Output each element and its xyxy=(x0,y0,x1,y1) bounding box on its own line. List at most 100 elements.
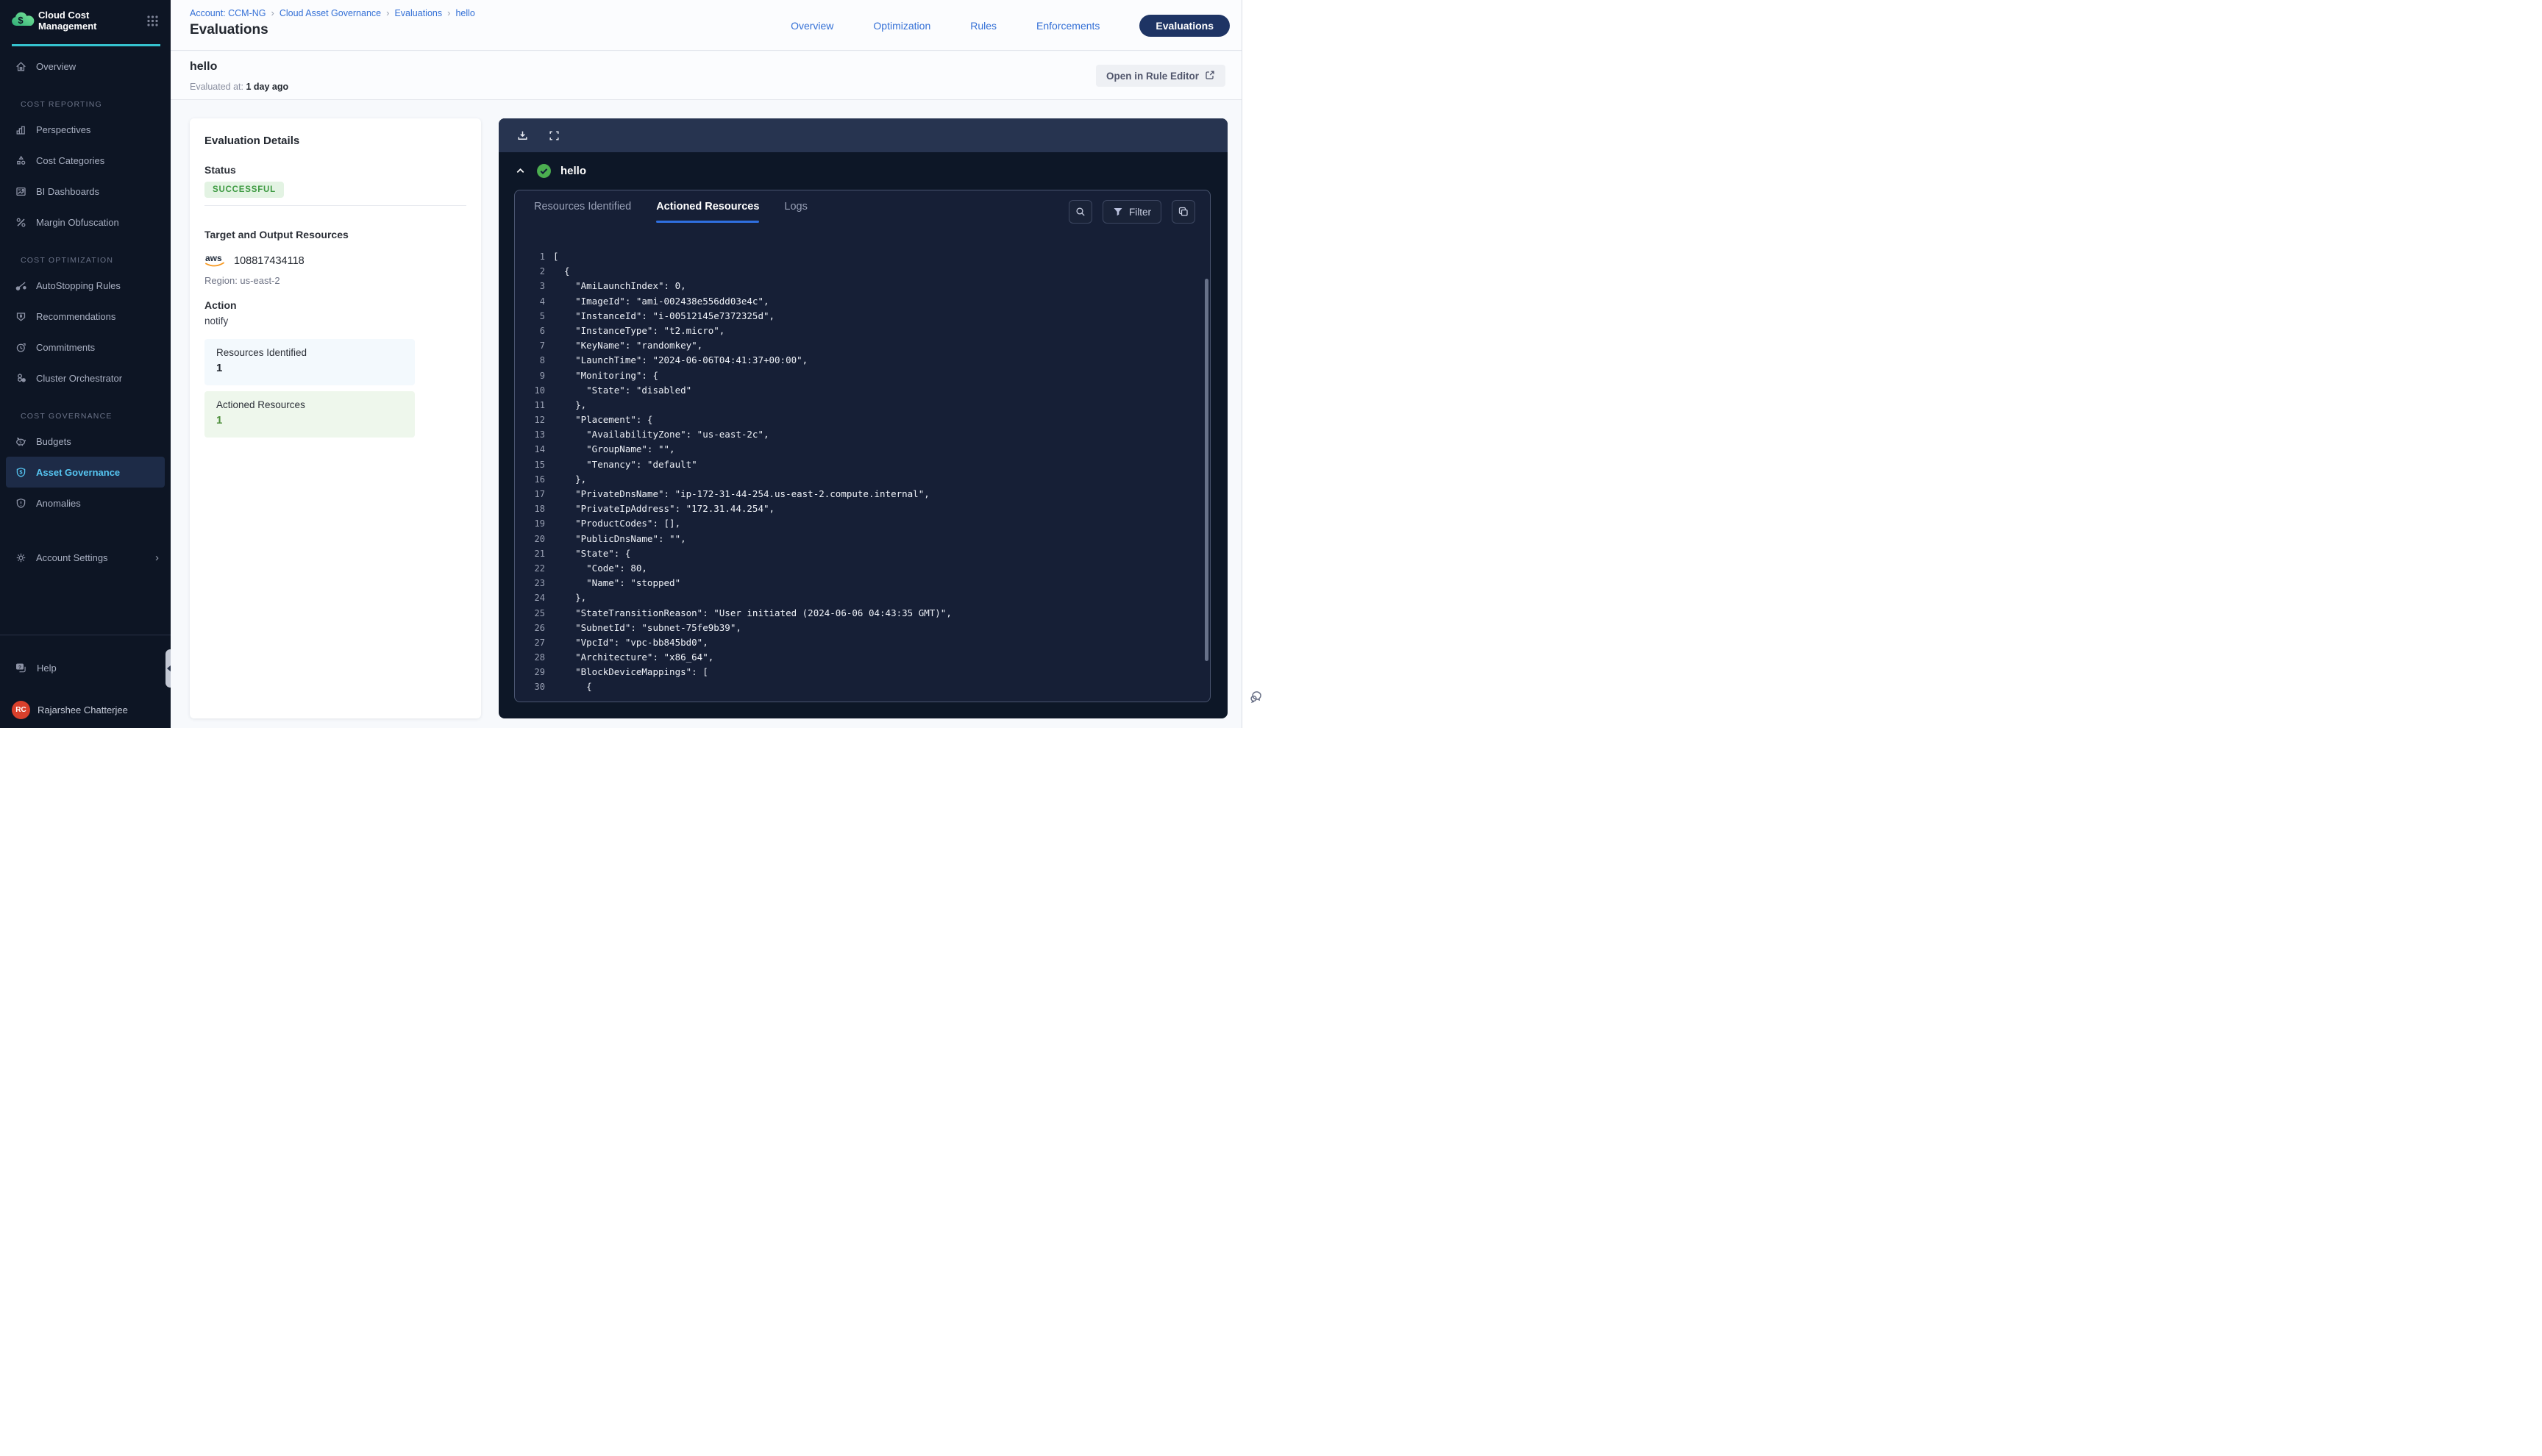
sidebar-item-margin-obfuscation[interactable]: Margin Obfuscation xyxy=(0,207,171,238)
filter-button[interactable]: Filter xyxy=(1103,200,1161,224)
line-content: "ImageId": "ami-002438e556dd03e4c", xyxy=(553,294,769,309)
code-line: 28 "Architecture": "x86_64", xyxy=(515,650,1210,665)
sidebar-item-cluster-orchestrator[interactable]: Cluster Orchestrator xyxy=(0,363,171,393)
tab-actioned-resources[interactable]: Actioned Resources xyxy=(656,201,759,223)
sidebar-item-recommendations[interactable]: Recommendations xyxy=(0,301,171,332)
line-content: "PublicDnsName": "", xyxy=(553,532,686,546)
code-line: 16 }, xyxy=(515,472,1210,487)
tab-logs[interactable]: Logs xyxy=(784,201,807,223)
line-content: "LaunchTime": "2024-06-06T04:41:37+00:00… xyxy=(553,353,808,368)
line-number: 20 xyxy=(515,532,545,546)
breadcrumb: Account: CCM-NG › Cloud Asset Governance › E… xyxy=(190,7,475,18)
sidebar-item-overview[interactable]: Overview xyxy=(0,51,171,82)
line-number: 4 xyxy=(515,294,545,309)
svg-text:$: $ xyxy=(18,15,24,26)
line-number: 19 xyxy=(515,516,545,531)
app-title: Cloud Cost Management xyxy=(38,10,119,32)
breadcrumb-separator: › xyxy=(447,7,450,18)
line-content: "AvailabilityZone": "us-east-2c", xyxy=(553,427,769,442)
code-line: 18 "PrivateIpAddress": "172.31.44.254", xyxy=(515,502,1210,516)
dashboard-icon xyxy=(15,185,27,198)
download-icon[interactable] xyxy=(516,129,529,142)
fullscreen-icon[interactable] xyxy=(548,129,560,142)
cloud-cost-logo-icon: $ xyxy=(10,10,37,34)
line-number: 24 xyxy=(515,590,545,605)
breadcrumb-link[interactable]: Cloud Asset Governance xyxy=(280,8,381,18)
nav-enforcements[interactable]: Enforcements xyxy=(1036,20,1100,32)
sidebar-item-bi-dashboards[interactable]: BI Dashboards xyxy=(0,176,171,207)
line-number: 3 xyxy=(515,279,545,293)
open-in-rule-editor-button[interactable]: Open in Rule Editor xyxy=(1096,65,1225,87)
sidebar-item-perspectives[interactable]: Perspectives xyxy=(0,114,171,145)
nav-evaluations[interactable]: Evaluations xyxy=(1139,15,1230,37)
evaluated-at: Evaluated at: 1 day ago xyxy=(190,82,288,92)
sidebar-item-help[interactable]: ? Help xyxy=(0,653,171,682)
home-icon xyxy=(15,60,27,73)
code-scrollbar[interactable] xyxy=(1205,279,1208,661)
sub-header: hello Evaluated at: 1 day ago Open in Ru… xyxy=(171,51,1242,100)
evaluation-name: hello xyxy=(190,60,217,74)
gear-icon xyxy=(15,552,27,564)
support-chat-icon[interactable] xyxy=(1248,688,1266,709)
breadcrumb-link[interactable]: hello xyxy=(455,8,474,18)
json-code-viewer[interactable]: 1[2 {3 "AmiLaunchIndex": 0,4 "ImageId": … xyxy=(515,249,1210,702)
sidebar-item-label: Perspectives xyxy=(36,124,90,135)
sidebar-item-cost-categories[interactable]: Cost Categories xyxy=(0,145,171,176)
chevron-up-icon[interactable] xyxy=(515,165,526,176)
sidebar-item-asset-governance[interactable]: $ Asset Governance xyxy=(6,457,165,488)
tabs-row: Resources Identified Actioned Resources Lo… xyxy=(534,201,808,223)
success-check-icon xyxy=(536,163,552,179)
evaluated-at-value: 1 day ago xyxy=(246,82,288,92)
breadcrumb-separator: › xyxy=(386,7,389,18)
line-content: "GroupName": "", xyxy=(553,442,675,457)
cluster-icon xyxy=(15,372,27,385)
search-button[interactable] xyxy=(1069,200,1092,224)
code-line: 26 "SubnetId": "subnet-75fe9b39", xyxy=(515,621,1210,635)
sidebar-item-anomalies[interactable]: Anomalies xyxy=(0,488,171,518)
resources-identified-value: 1 xyxy=(216,362,403,374)
sidebar-user[interactable]: RC Rajarshee Chatterjee xyxy=(0,696,171,724)
aws-logo-icon: aws xyxy=(204,252,227,270)
svg-text:?: ? xyxy=(18,665,21,670)
sidebar-item-budgets[interactable]: $Budgets xyxy=(0,426,171,457)
line-number: 7 xyxy=(515,338,545,353)
line-content: "SubnetId": "subnet-75fe9b39", xyxy=(553,621,741,635)
code-line: 3 "AmiLaunchIndex": 0, xyxy=(515,279,1210,293)
sidebar-item-label: Cost Categories xyxy=(36,155,104,166)
nav-optimization[interactable]: Optimization xyxy=(873,20,930,32)
line-number: 9 xyxy=(515,368,545,383)
line-number: 21 xyxy=(515,546,545,561)
sidebar-item-commitments[interactable]: Commitments xyxy=(0,332,171,363)
line-number: 8 xyxy=(515,353,545,368)
tab-resources-identified[interactable]: Resources Identified xyxy=(534,201,631,223)
sidebar-item-account-settings[interactable]: Account Settings› xyxy=(0,542,171,573)
module-grid-icon[interactable] xyxy=(146,15,159,31)
line-content: "State": "disabled" xyxy=(553,383,691,398)
recommendation-icon xyxy=(15,310,27,323)
breadcrumb-link[interactable]: Evaluations xyxy=(394,8,442,18)
sidebar-item-autostopping-rules[interactable]: AutoStopping Rules xyxy=(0,270,171,301)
card-actions: Filter xyxy=(1069,200,1195,224)
copy-button[interactable] xyxy=(1172,200,1195,224)
line-number: 14 xyxy=(515,442,545,457)
line-number: 17 xyxy=(515,487,545,502)
code-line: 12 "Placement": { xyxy=(515,413,1210,427)
code-line: 15 "Tenancy": "default" xyxy=(515,457,1210,472)
svg-text:$: $ xyxy=(19,440,22,445)
code-line: 11 }, xyxy=(515,398,1210,413)
breadcrumb-link[interactable]: Account: CCM-NG xyxy=(190,8,266,18)
shapes-icon xyxy=(15,154,27,167)
evaluated-at-label: Evaluated at: xyxy=(190,82,243,92)
code-line: 22 "Code": 80, xyxy=(515,561,1210,576)
line-content: "VpcId": "vpc-bb845bd0", xyxy=(553,635,708,650)
line-number: 6 xyxy=(515,324,545,338)
content-column: Account: CCM-NG › Cloud Asset Governance › E… xyxy=(171,0,1242,728)
open-in-rule-editor-label: Open in Rule Editor xyxy=(1106,71,1199,82)
line-content: [ xyxy=(553,249,559,264)
code-line: 23 "Name": "stopped" xyxy=(515,576,1210,590)
svg-text:$: $ xyxy=(19,468,23,475)
sidebar-item-label: Asset Governance xyxy=(36,467,120,478)
code-line: 19 "ProductCodes": [], xyxy=(515,516,1210,531)
nav-overview[interactable]: Overview xyxy=(791,20,833,32)
nav-rules[interactable]: Rules xyxy=(970,20,997,32)
